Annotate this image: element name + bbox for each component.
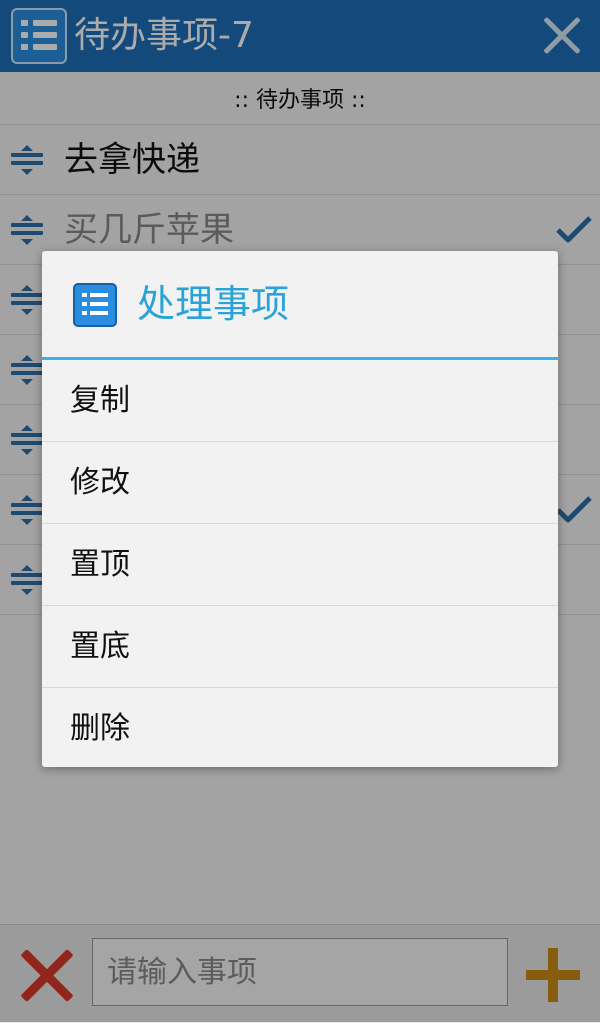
menu-item-delete[interactable]: 删除 <box>42 688 558 767</box>
menu-item-pin-top[interactable]: 置顶 <box>42 524 558 606</box>
dialog-header: 处理事项 <box>42 251 558 357</box>
dialog-title: 处理事项 <box>137 282 290 326</box>
list-icon <box>73 283 117 327</box>
menu-item-edit[interactable]: 修改 <box>42 442 558 524</box>
menu-item-copy[interactable]: 复制 <box>42 360 558 442</box>
menu-item-pin-bottom[interactable]: 置底 <box>42 606 558 688</box>
action-dialog: 处理事项 复制 修改 置顶 置底 删除 <box>42 251 558 767</box>
